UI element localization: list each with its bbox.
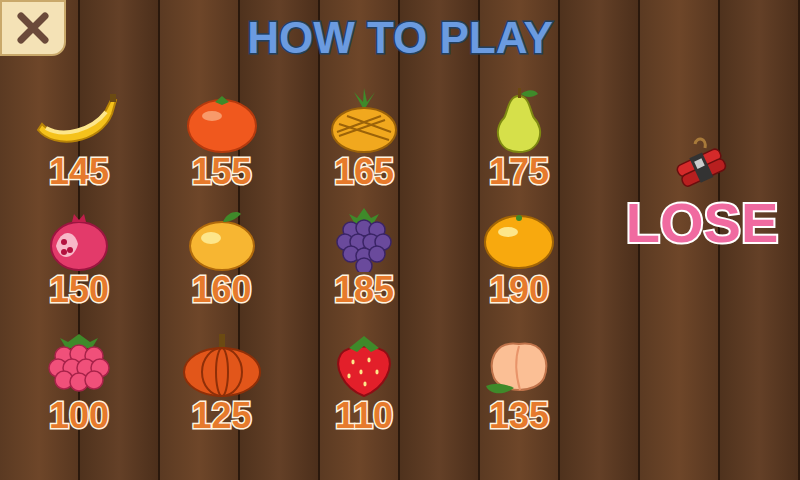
fruit-score: 135 <box>489 398 549 434</box>
pear-icon <box>474 88 564 154</box>
tangerine-icon <box>177 88 267 154</box>
screen-title: HOW TO PLAY <box>66 0 800 62</box>
orange-icon <box>474 206 564 272</box>
pomegranate-icon <box>34 206 124 272</box>
fruit-score: 100 <box>49 398 109 434</box>
strawberry-icon <box>319 332 409 398</box>
pineapple-icon <box>319 88 409 154</box>
fruit-score: 190 <box>489 272 549 308</box>
fruit-item: 110 <box>289 332 439 458</box>
fruit-item: 145 <box>4 88 154 206</box>
banana-icon <box>34 88 124 154</box>
fruit-score: 145 <box>49 154 109 190</box>
fruit-item: 150 <box>4 206 154 332</box>
fruit-item: 165 <box>289 88 439 206</box>
fruit-score: 155 <box>191 154 251 190</box>
apricot-icon <box>177 206 267 272</box>
fruit-grid: 145 155 165 175 150 160 185 190 100 125 110 135 <box>0 88 612 458</box>
blackberry-icon <box>319 206 409 272</box>
raspberry-icon <box>34 332 124 398</box>
close-x-icon <box>13 8 53 48</box>
close-button[interactable] <box>0 0 66 56</box>
wood-plank <box>400 0 480 480</box>
fruit-score: 165 <box>334 154 394 190</box>
fruit-score: 110 <box>335 398 393 434</box>
fruit-item: 160 <box>154 206 289 332</box>
hazard-panel: LOSE <box>612 88 792 458</box>
pumpkin-icon <box>177 332 267 398</box>
fruit-item: 125 <box>154 332 289 458</box>
fruit-item: 155 <box>154 88 289 206</box>
fruit-item: 185 <box>289 206 439 332</box>
fruit-score: 185 <box>334 272 394 308</box>
dynamite-bomb-icon <box>667 134 737 194</box>
fruit-item: 175 <box>439 88 599 206</box>
header: HOW TO PLAY <box>0 0 800 88</box>
fruit-item: 100 <box>4 332 154 458</box>
fruit-score: 160 <box>191 272 251 308</box>
lose-label: LOSE <box>626 194 778 253</box>
fruit-item: 135 <box>439 332 599 458</box>
fruit-score: 125 <box>191 398 251 434</box>
fruit-score: 175 <box>489 154 549 190</box>
fruit-score: 150 <box>49 272 109 308</box>
peach-icon <box>474 332 564 398</box>
fruit-item: 190 <box>439 206 599 332</box>
how-to-play-screen: HOW TO PLAY 145 155 165 175 150 160 185 190 100 12… <box>0 0 800 480</box>
